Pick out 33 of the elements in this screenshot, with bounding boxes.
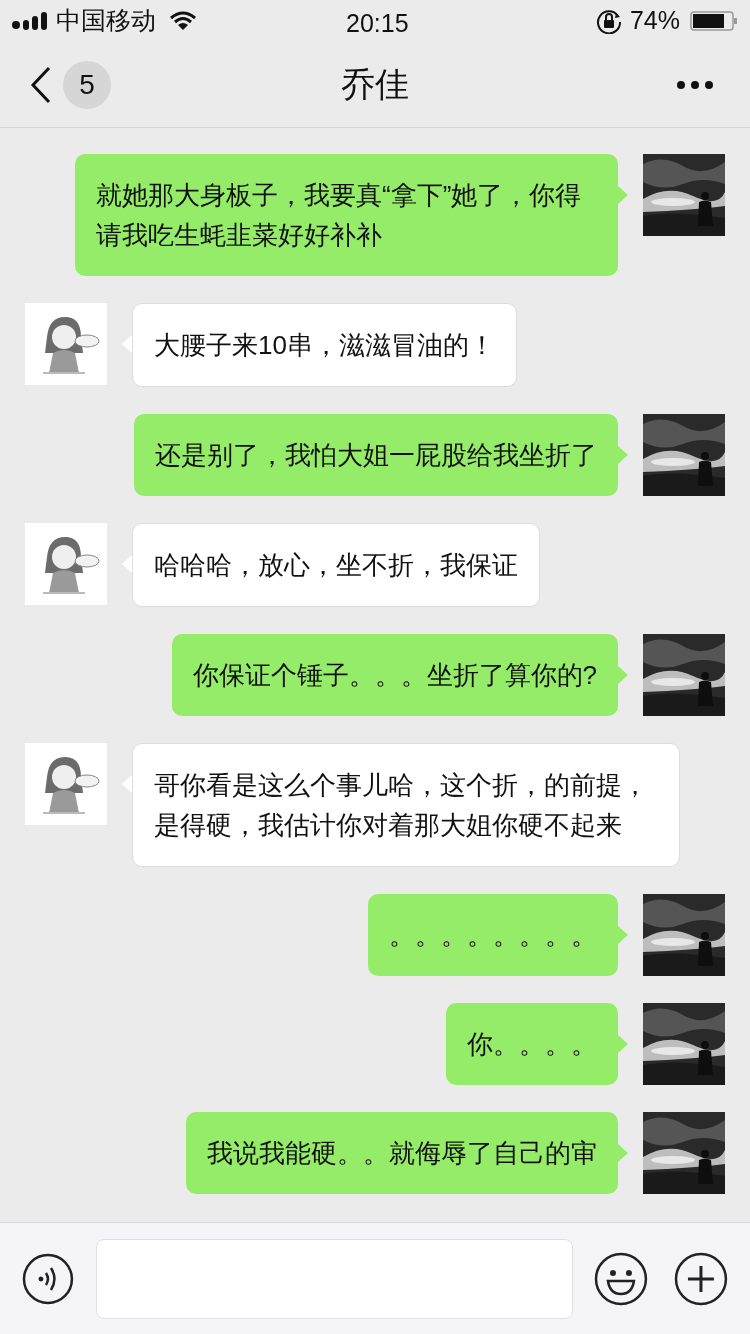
bubble-tail (618, 1144, 628, 1162)
message-input-field[interactable] (95, 1238, 574, 1319)
bubble-tail (618, 446, 628, 464)
add-icon[interactable] (674, 1251, 728, 1306)
bubble-tail (618, 186, 628, 204)
emoji-icon[interactable] (594, 1251, 649, 1306)
message-bubble: 哥你看是这么个事儿哈，这个折，的前提，是得硬，我估计你对着那大姐你硬不起来 (132, 743, 680, 867)
message-bubble: 大腰子来10串，滋滋冒油的！ (132, 303, 517, 387)
chat-title: 乔佳 (341, 64, 409, 105)
carrier-name: 中国移动 (56, 5, 156, 37)
message-bubble: 就她那大身板子，我要真“拿下”她了，你得请我吃生蚝韭菜好好补补 (75, 154, 618, 276)
message-bubble: 你。。。。 (446, 1003, 618, 1085)
rotation-lock-icon (595, 8, 622, 34)
bubble-tail (618, 1035, 628, 1053)
more-icon[interactable] (676, 79, 714, 90)
bubble-tail (122, 335, 132, 353)
message-bubble: 还是别了，我怕大姐一屁股给我坐折了 (134, 414, 618, 496)
signal-icon (12, 12, 48, 30)
clock-time: 20:15 (346, 8, 409, 39)
bubble-tail (122, 775, 132, 793)
bubble-tail (618, 666, 628, 684)
battery-icon (690, 11, 738, 31)
bubble-tail (122, 555, 132, 573)
back-icon[interactable] (30, 65, 52, 104)
battery-percent: 74% (629, 5, 680, 37)
voice-icon[interactable] (22, 1252, 74, 1305)
message-bubble: 哈哈哈，放心，坐不折，我保证 (132, 523, 540, 607)
wifi-icon (170, 11, 196, 31)
message-bubble: 。。。。。。。。 (368, 894, 618, 976)
unread-count: 5 (63, 60, 111, 109)
message-bubble: 我说我能硬。。就侮辱了自己的审 (186, 1112, 618, 1194)
message-bubble: 你保证个锤子。。。坐折了算你的? (171, 634, 618, 716)
bubble-tail (618, 926, 628, 944)
